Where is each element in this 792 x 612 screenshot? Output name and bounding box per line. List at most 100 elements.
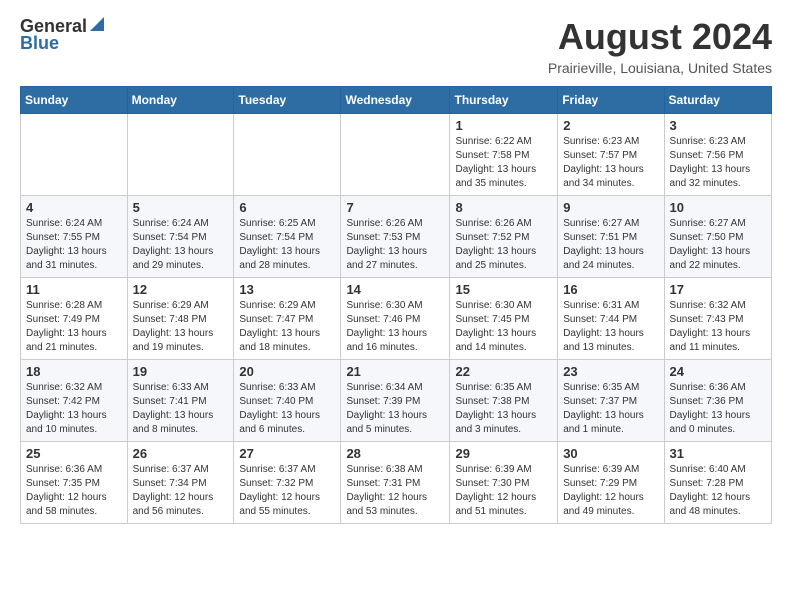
calendar-day-cell: 6 Sunrise: 6:25 AM Sunset: 7:54 PM Daylig… — [234, 196, 341, 278]
calendar-day-cell: 18 Sunrise: 6:32 AM Sunset: 7:42 PM Dayli… — [21, 360, 128, 442]
calendar-day-cell: 19Sunrise: 6:33 AM Sunset: 7:41 PM Dayli… — [127, 360, 234, 442]
calendar-day-cell: 7 Sunrise: 6:26 AM Sunset: 7:53 PM Daylig… — [341, 196, 450, 278]
weekday-header-tuesday: Tuesday — [234, 87, 341, 114]
day-number: 16 — [563, 282, 658, 297]
calendar-day-cell: 12 Sunrise: 6:29 AM Sunset: 7:48 PM Dayli… — [127, 278, 234, 360]
day-number: 20 — [239, 364, 335, 379]
day-number: 1 — [455, 118, 552, 133]
calendar-week-row: 25 Sunrise: 6:36 AM Sunset: 7:35 PM Dayli… — [21, 442, 772, 524]
weekday-header-row: SundayMondayTuesdayWednesdayThursdayFrid… — [21, 87, 772, 114]
day-number: 9 — [563, 200, 658, 215]
day-info: Sunrise: 6:24 AM Sunset: 7:55 PM Dayligh… — [26, 217, 122, 273]
day-info: Sunrise: 6:23 AM Sunset: 7:56 PM Dayligh… — [670, 135, 766, 191]
calendar-day-cell: 27 Sunrise: 6:37 AM Sunset: 7:32 PM Dayli… — [234, 442, 341, 524]
day-info: Sunrise: 6:29 AM Sunset: 7:47 PM Dayligh… — [239, 299, 335, 355]
calendar-day-cell: 24Sunrise: 6:36 AM Sunset: 7:36 PM Dayli… — [664, 360, 771, 442]
day-info: Sunrise: 6:30 AM Sunset: 7:46 PM Dayligh… — [346, 299, 444, 355]
day-number: 4 — [26, 200, 122, 215]
day-info: Sunrise: 6:24 AM Sunset: 7:54 PM Dayligh… — [133, 217, 229, 273]
day-info: Sunrise: 6:31 AM Sunset: 7:44 PM Dayligh… — [563, 299, 658, 355]
calendar-day-cell: 17 Sunrise: 6:32 AM Sunset: 7:43 PM Dayli… — [664, 278, 771, 360]
calendar-day-cell — [127, 114, 234, 196]
day-info: Sunrise: 6:38 AM Sunset: 7:31 PM Dayligh… — [346, 463, 444, 519]
day-number: 31 — [670, 446, 766, 461]
calendar-day-cell: 8 Sunrise: 6:26 AM Sunset: 7:52 PM Daylig… — [450, 196, 558, 278]
day-info: Sunrise: 6:27 AM Sunset: 7:50 PM Dayligh… — [670, 217, 766, 273]
day-number: 3 — [670, 118, 766, 133]
day-number: 22 — [455, 364, 552, 379]
calendar-day-cell: 29 Sunrise: 6:39 AM Sunset: 7:30 PM Dayli… — [450, 442, 558, 524]
calendar-day-cell: 21Sunrise: 6:34 AM Sunset: 7:39 PM Dayli… — [341, 360, 450, 442]
calendar-day-cell: 22Sunrise: 6:35 AM Sunset: 7:38 PM Dayli… — [450, 360, 558, 442]
calendar-day-cell: 14 Sunrise: 6:30 AM Sunset: 7:46 PM Dayli… — [341, 278, 450, 360]
logo-blue-text: Blue — [20, 33, 59, 54]
day-info: Sunrise: 6:23 AM Sunset: 7:57 PM Dayligh… — [563, 135, 658, 191]
day-number: 30 — [563, 446, 658, 461]
day-info: Sunrise: 6:39 AM Sunset: 7:29 PM Dayligh… — [563, 463, 658, 519]
day-number: 11 — [26, 282, 122, 297]
calendar-day-cell: 30 Sunrise: 6:39 AM Sunset: 7:29 PM Dayli… — [558, 442, 664, 524]
day-number: 6 — [239, 200, 335, 215]
day-info: Sunrise: 6:33 AM Sunset: 7:40 PM Dayligh… — [239, 381, 335, 437]
calendar-day-cell: 5Sunrise: 6:24 AM Sunset: 7:54 PM Daylig… — [127, 196, 234, 278]
day-number: 10 — [670, 200, 766, 215]
day-number: 27 — [239, 446, 335, 461]
day-number: 8 — [455, 200, 552, 215]
calendar-day-cell: 23Sunrise: 6:35 AM Sunset: 7:37 PM Dayli… — [558, 360, 664, 442]
day-number: 18 — [26, 364, 122, 379]
day-number: 25 — [26, 446, 122, 461]
calendar-day-cell — [341, 114, 450, 196]
title-section: August 2024 Prairieville, Louisiana, Uni… — [548, 16, 772, 76]
day-info: Sunrise: 6:37 AM Sunset: 7:34 PM Dayligh… — [133, 463, 229, 519]
day-info: Sunrise: 6:26 AM Sunset: 7:53 PM Dayligh… — [346, 217, 444, 273]
day-number: 23 — [563, 364, 658, 379]
weekday-header-monday: Monday — [127, 87, 234, 114]
day-info: Sunrise: 6:32 AM Sunset: 7:43 PM Dayligh… — [670, 299, 766, 355]
calendar-day-cell: 2Sunrise: 6:23 AM Sunset: 7:57 PM Daylig… — [558, 114, 664, 196]
calendar-day-cell — [21, 114, 128, 196]
logo: General Blue — [20, 16, 104, 54]
day-number: 7 — [346, 200, 444, 215]
day-number: 12 — [133, 282, 229, 297]
calendar-week-row: 4 Sunrise: 6:24 AM Sunset: 7:55 PM Daylig… — [21, 196, 772, 278]
day-info: Sunrise: 6:28 AM Sunset: 7:49 PM Dayligh… — [26, 299, 122, 355]
day-info: Sunrise: 6:30 AM Sunset: 7:45 PM Dayligh… — [455, 299, 552, 355]
weekday-header-wednesday: Wednesday — [341, 87, 450, 114]
day-info: Sunrise: 6:32 AM Sunset: 7:42 PM Dayligh… — [26, 381, 122, 437]
day-info: Sunrise: 6:39 AM Sunset: 7:30 PM Dayligh… — [455, 463, 552, 519]
calendar-day-cell: 10 Sunrise: 6:27 AM Sunset: 7:50 PM Dayli… — [664, 196, 771, 278]
calendar-day-cell: 31 Sunrise: 6:40 AM Sunset: 7:28 PM Dayli… — [664, 442, 771, 524]
day-info: Sunrise: 6:33 AM Sunset: 7:41 PM Dayligh… — [133, 381, 229, 437]
calendar-day-cell: 15Sunrise: 6:30 AM Sunset: 7:45 PM Dayli… — [450, 278, 558, 360]
day-info: Sunrise: 6:25 AM Sunset: 7:54 PM Dayligh… — [239, 217, 335, 273]
calendar-day-cell: 13 Sunrise: 6:29 AM Sunset: 7:47 PM Dayli… — [234, 278, 341, 360]
calendar-day-cell: 11 Sunrise: 6:28 AM Sunset: 7:49 PM Dayli… — [21, 278, 128, 360]
calendar-day-cell: 16 Sunrise: 6:31 AM Sunset: 7:44 PM Dayli… — [558, 278, 664, 360]
day-number: 21 — [346, 364, 444, 379]
location-subtitle: Prairieville, Louisiana, United States — [548, 60, 772, 76]
calendar-day-cell: 1Sunrise: 6:22 AM Sunset: 7:58 PM Daylig… — [450, 114, 558, 196]
page-header: General Blue August 2024 Prairieville, L… — [20, 16, 772, 76]
calendar-day-cell: 4 Sunrise: 6:24 AM Sunset: 7:55 PM Daylig… — [21, 196, 128, 278]
month-year-title: August 2024 — [548, 16, 772, 58]
day-info: Sunrise: 6:37 AM Sunset: 7:32 PM Dayligh… — [239, 463, 335, 519]
weekday-header-friday: Friday — [558, 87, 664, 114]
day-info: Sunrise: 6:29 AM Sunset: 7:48 PM Dayligh… — [133, 299, 229, 355]
calendar-day-cell: 25 Sunrise: 6:36 AM Sunset: 7:35 PM Dayli… — [21, 442, 128, 524]
logo-arrow-icon — [90, 17, 104, 36]
day-number: 28 — [346, 446, 444, 461]
day-info: Sunrise: 6:36 AM Sunset: 7:36 PM Dayligh… — [670, 381, 766, 437]
day-number: 29 — [455, 446, 552, 461]
calendar-week-row: 11 Sunrise: 6:28 AM Sunset: 7:49 PM Dayli… — [21, 278, 772, 360]
calendar-day-cell: 3 Sunrise: 6:23 AM Sunset: 7:56 PM Daylig… — [664, 114, 771, 196]
day-info: Sunrise: 6:36 AM Sunset: 7:35 PM Dayligh… — [26, 463, 122, 519]
day-info: Sunrise: 6:40 AM Sunset: 7:28 PM Dayligh… — [670, 463, 766, 519]
weekday-header-thursday: Thursday — [450, 87, 558, 114]
calendar-week-row: 18 Sunrise: 6:32 AM Sunset: 7:42 PM Dayli… — [21, 360, 772, 442]
day-number: 14 — [346, 282, 444, 297]
day-number: 17 — [670, 282, 766, 297]
calendar-day-cell — [234, 114, 341, 196]
day-number: 26 — [133, 446, 229, 461]
day-info: Sunrise: 6:26 AM Sunset: 7:52 PM Dayligh… — [455, 217, 552, 273]
day-number: 13 — [239, 282, 335, 297]
